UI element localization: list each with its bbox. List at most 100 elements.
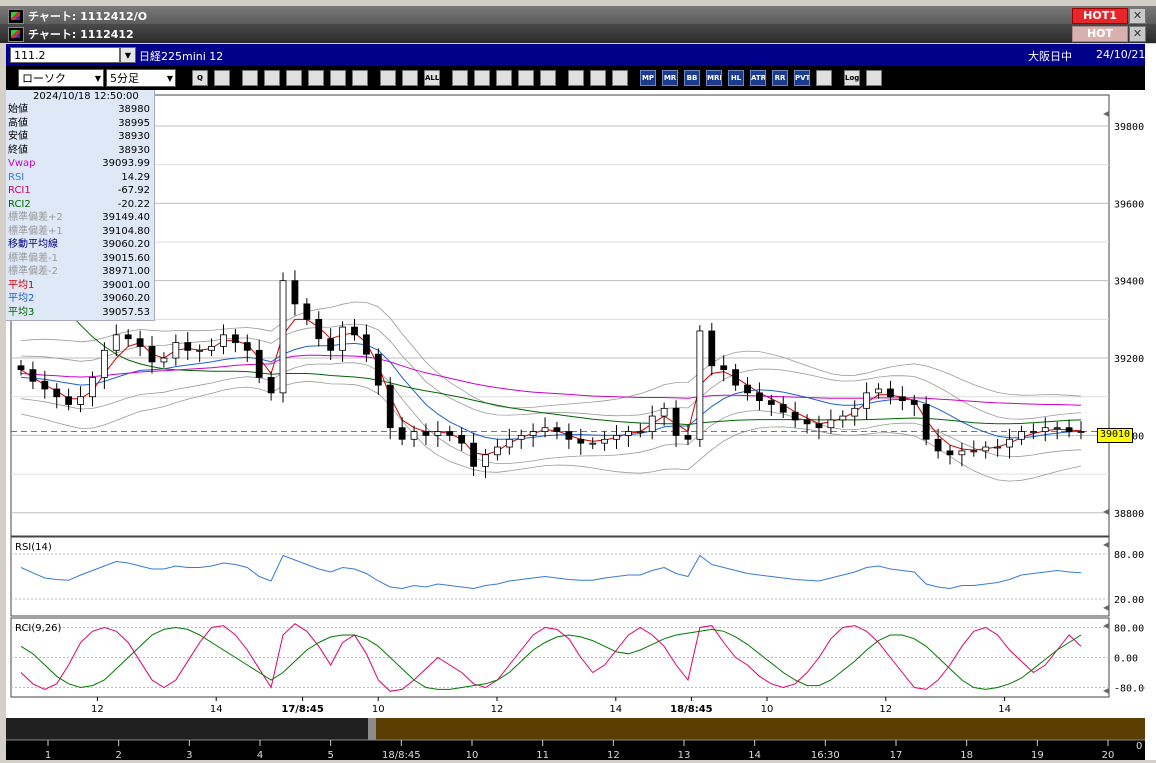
- candle-body: [946, 450, 954, 456]
- candle-body: [553, 427, 561, 432]
- chart-area[interactable]: 388003900039200394003960039800 80.0020.0…: [6, 90, 1145, 718]
- info-row: 安値 38930: [6, 130, 154, 144]
- time-axis-label: 10: [372, 704, 385, 715]
- bar-chart-icon[interactable]: [496, 70, 512, 86]
- overview-label: 14: [748, 750, 761, 760]
- search-chart-icon[interactable]: [474, 70, 490, 86]
- hot-button[interactable]: HOT: [1072, 26, 1128, 42]
- gear-icon[interactable]: [568, 70, 584, 86]
- hot1-button[interactable]: HOT1: [1072, 8, 1128, 24]
- time-axis-label: 12: [879, 704, 892, 715]
- rsi-tick-label: 20.00: [1114, 595, 1144, 606]
- candle-body: [910, 400, 918, 405]
- info-row: RCI2 -20.22: [6, 198, 154, 212]
- info-row-value: 39060.20: [102, 239, 150, 251]
- clock-icon[interactable]: [540, 70, 556, 86]
- pen-icon[interactable]: [242, 70, 258, 86]
- time-axis-label: 14: [998, 704, 1011, 715]
- inner-close-icon[interactable]: ✕: [1129, 26, 1146, 42]
- line-icon[interactable]: [264, 70, 280, 86]
- candle-body: [112, 334, 120, 351]
- export-icon[interactable]: [866, 70, 882, 86]
- trash-icon[interactable]: [352, 70, 368, 86]
- atr-icon[interactable]: ATR: [750, 70, 766, 86]
- info-row-value: 38995: [118, 117, 150, 129]
- drop-icon[interactable]: [452, 70, 468, 86]
- candle-body: [243, 342, 251, 351]
- hl-icon[interactable]: HL: [728, 70, 744, 86]
- cursor-icon[interactable]: [286, 70, 302, 86]
- symbol-bar: 111.2 ▼ 日経225mini 12 大阪日中 24/10/21: [6, 44, 1145, 66]
- overview-navigator[interactable]: 1 2 3 4 5 18/8:45 10 11 12 13 14 16:30 17 18 19 20 0: [6, 718, 1145, 761]
- crosshair-icon[interactable]: [214, 70, 230, 86]
- overview-label: 2: [115, 750, 121, 760]
- chart-app-icon: [8, 9, 24, 24]
- memo-icon[interactable]: [330, 70, 346, 86]
- candle-left-icon[interactable]: [380, 70, 396, 86]
- log-icon[interactable]: Log: [844, 70, 860, 86]
- symbol-code-input[interactable]: 111.2: [10, 47, 120, 63]
- session-date: 24/10/21: [1096, 48, 1146, 61]
- info-row: 標準偏差+1 39104.80: [6, 225, 154, 239]
- overview-svg[interactable]: 1 2 3 4 5 18/8:45 10 11 12 13 14 16:30 17 18 19 200: [6, 718, 1145, 761]
- mr-icon[interactable]: MR: [662, 70, 678, 86]
- candle-body: [863, 392, 871, 409]
- info-row-label: 安値: [8, 131, 28, 143]
- frame-icon[interactable]: [816, 70, 832, 86]
- candle-right-icon[interactable]: [402, 70, 418, 86]
- wrench-icon[interactable]: [590, 70, 606, 86]
- inner-window-titlebar[interactable]: チャート: 1112412 HOT ✕: [0, 24, 1156, 43]
- candle-body: [589, 442, 597, 445]
- candle-body: [636, 431, 644, 433]
- rr-icon[interactable]: RR: [772, 70, 788, 86]
- candle-body: [398, 427, 406, 440]
- time-axis-label: 17/8:45: [281, 704, 323, 715]
- overview-label: 17: [890, 750, 903, 760]
- info-row-label: RCI2: [8, 198, 31, 210]
- candle-body: [696, 330, 704, 440]
- info-row: 平均3 39057.53: [6, 306, 154, 320]
- arrow-icon[interactable]: [308, 70, 324, 86]
- overview-label: 11: [536, 750, 549, 760]
- candle-body: [1077, 431, 1085, 433]
- ruler-icon[interactable]: [518, 70, 534, 86]
- bb-icon[interactable]: BB: [684, 70, 700, 86]
- info-row: 移動平均線 39060.20: [6, 238, 154, 252]
- mp-icon[interactable]: MP: [640, 70, 656, 86]
- outer-window-titlebar[interactable]: チャート: 1112412/O HOT1 ✕: [0, 6, 1156, 25]
- market-session: 大阪日中: [1028, 50, 1072, 63]
- candle-body: [898, 396, 906, 402]
- info-row: 標準偏差-2 38971.00: [6, 265, 154, 279]
- candle-body: [136, 338, 144, 347]
- price-chart-svg[interactable]: 388003900039200394003960039800 80.0020.0…: [6, 90, 1145, 718]
- candle-body: [17, 365, 25, 371]
- pvt-icon[interactable]: PVT: [794, 70, 810, 86]
- candle-body: [482, 454, 489, 467]
- info-row-value: 38930: [118, 144, 150, 156]
- candle-body: [839, 415, 847, 421]
- chart-app-icon: [8, 27, 24, 42]
- chart-type-value: ローソク: [22, 72, 66, 85]
- scroll-up-icon: ◀: [1103, 109, 1110, 118]
- overview-label: 13: [678, 750, 691, 760]
- candle-body: [494, 446, 501, 456]
- zoom-icon[interactable]: Q: [192, 70, 208, 86]
- mre-icon[interactable]: MRE: [706, 70, 722, 86]
- symbol-dropdown-icon[interactable]: ▼: [120, 47, 136, 63]
- palette-icon[interactable]: [612, 70, 628, 86]
- overview-left-area: [6, 718, 368, 740]
- all-icon[interactable]: ALL: [424, 70, 440, 86]
- candle-body: [100, 349, 108, 378]
- info-row: 高値 38995: [6, 117, 154, 131]
- interval-select[interactable]: 5分足 ▼: [106, 69, 176, 87]
- candle-body: [756, 392, 763, 402]
- outer-close-icon[interactable]: ✕: [1129, 8, 1146, 24]
- info-row-label: 終値: [8, 144, 28, 156]
- candle-body: [708, 330, 716, 367]
- info-row-value: 39093.99: [102, 158, 150, 170]
- chart-type-select[interactable]: ローソク ▼: [18, 69, 104, 87]
- candle-body: [732, 369, 740, 386]
- info-row-label: 平均2: [8, 293, 35, 305]
- time-axis-label: 14: [609, 704, 622, 715]
- candle-body: [982, 446, 990, 452]
